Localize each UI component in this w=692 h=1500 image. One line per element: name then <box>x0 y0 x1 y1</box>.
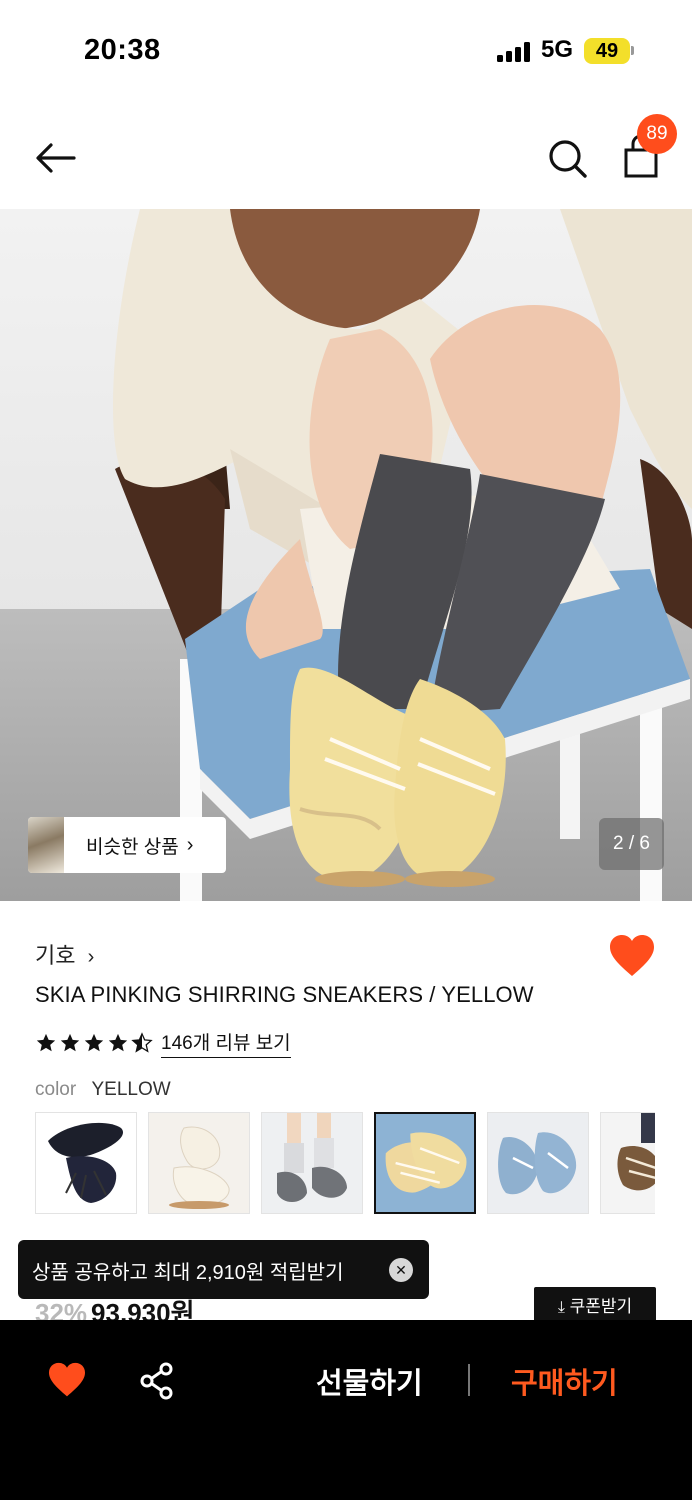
brand-name: 기호 <box>35 943 76 968</box>
color-option: color YELLOW <box>35 1079 171 1101</box>
share-button[interactable] <box>139 1362 175 1400</box>
status-bar: 20:38 5G 49 <box>0 0 692 100</box>
swatch-ivory-image <box>149 1113 249 1213</box>
option-value: YELLOW <box>91 1079 171 1100</box>
swatch-brown-image <box>601 1113 655 1213</box>
swatch-ivory[interactable] <box>148 1112 250 1214</box>
similar-products-label: 비슷한 상품 <box>86 836 179 858</box>
bottom-like-button[interactable] <box>47 1362 87 1398</box>
star-icon <box>60 1033 80 1052</box>
color-swatch-list <box>35 1112 655 1214</box>
top-nav <box>0 108 692 208</box>
toast-text: 상품 공유하고 최대 2,910원 적립받기 <box>32 1262 344 1284</box>
swatch-blue-image <box>488 1113 588 1213</box>
star-icon <box>36 1033 56 1052</box>
status-time: 20:38 <box>84 34 161 66</box>
option-key: color <box>35 1079 77 1100</box>
image-page-indicator: 2 / 6 <box>599 818 664 870</box>
review-link[interactable]: 146개 리뷰 보기 <box>161 1028 291 1058</box>
search-icon <box>549 140 587 178</box>
coupon-label: 쿠폰받기 <box>569 1297 633 1316</box>
swatch-gray[interactable] <box>261 1112 363 1214</box>
close-icon[interactable]: ✕ <box>389 1258 413 1282</box>
chevron-right-icon: › <box>87 946 95 968</box>
cart-count-badge: 89 <box>637 114 677 154</box>
swatch-black[interactable] <box>35 1112 137 1214</box>
swatch-gray-image <box>262 1113 362 1213</box>
star-rating <box>35 1032 153 1054</box>
arrow-left-icon <box>36 143 76 173</box>
swatch-yellow-image <box>376 1114 474 1212</box>
search-button[interactable] <box>544 132 592 184</box>
chevron-right-icon: › <box>186 833 194 856</box>
similar-product-thumbnail <box>28 817 64 873</box>
back-button[interactable] <box>30 132 82 184</box>
product-name: SKIA PINKING SHIRRING SNEAKERS / YELLOW <box>35 982 534 1007</box>
star-icon <box>108 1033 128 1052</box>
heart-icon <box>49 1362 85 1397</box>
battery-icon: 49 <box>584 38 630 64</box>
share-reward-toast[interactable]: 상품 공유하고 최대 2,910원 적립받기 ✕ <box>18 1240 429 1299</box>
signal-icon <box>497 42 533 62</box>
star-icon <box>84 1033 104 1052</box>
bottom-action-bar: 선물하기 구매하기 <box>0 1320 692 1500</box>
product-image[interactable] <box>0 209 692 901</box>
swatch-black-image <box>36 1113 136 1213</box>
swatch-blue[interactable] <box>487 1112 589 1214</box>
coupon-download-button[interactable]: ⤓ 쿠폰받기 <box>534 1287 656 1321</box>
share-icon <box>140 1362 173 1400</box>
battery-tip <box>631 46 634 55</box>
brand-link[interactable]: 기호 › <box>35 938 94 970</box>
buy-button[interactable]: 구매하기 <box>511 1360 618 1402</box>
download-icon: ⤓ <box>557 1299 565 1316</box>
gift-button[interactable]: 선물하기 <box>316 1360 423 1402</box>
similar-products-button[interactable]: 비슷한 상품 › <box>28 817 226 873</box>
swatch-brown[interactable] <box>600 1112 655 1214</box>
network-type: 5G <box>541 36 574 63</box>
like-button[interactable] <box>608 934 656 978</box>
divider <box>468 1364 470 1396</box>
rating-row: 146개 리뷰 보기 <box>35 1028 291 1058</box>
swatch-yellow[interactable] <box>374 1112 476 1214</box>
heart-icon <box>610 935 654 976</box>
product-photo <box>0 209 692 901</box>
star-half-icon <box>131 1032 153 1053</box>
